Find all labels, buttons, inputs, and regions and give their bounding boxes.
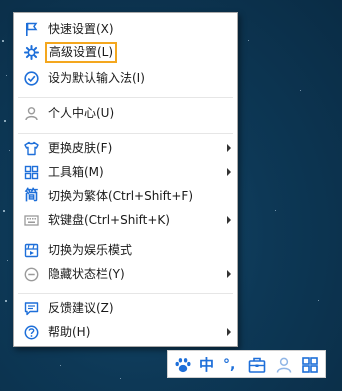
- background-star: [4, 120, 6, 122]
- submenu-arrow-icon: [227, 168, 231, 176]
- menu-item-label: 反馈建议(Z): [48, 301, 114, 315]
- background-star: [120, 378, 121, 379]
- menu-item-label: 个人中心(U): [48, 106, 115, 120]
- menu-item-soft-keyboard[interactable]: 软键盘(Ctrl+Shift+K): [14, 209, 237, 232]
- menu-item-label: 切换为繁体(Ctrl+Shift+F): [48, 189, 194, 203]
- menu-item-personal-center[interactable]: 个人中心(U): [14, 102, 237, 125]
- menu-item-label: 隐藏状态栏(Y): [48, 267, 125, 281]
- menu-item-feedback[interactable]: 反馈建议(Z): [14, 297, 237, 320]
- user-icon: [25, 107, 38, 121]
- background-star: [60, 365, 61, 366]
- menu-item-quick-settings[interactable]: 快速设置(X): [14, 18, 237, 41]
- menu-separator: [18, 133, 233, 134]
- menu-item-help[interactable]: 帮助(H): [14, 321, 237, 344]
- grid-icon[interactable]: [301, 356, 319, 374]
- menu-item-advanced-settings[interactable]: 高级设置(L): [14, 41, 237, 64]
- menu-item-label: 设为默认输入法(I): [48, 71, 145, 85]
- grid-icon: [24, 165, 39, 180]
- background-star: [275, 210, 276, 211]
- chinese-mode-icon[interactable]: 中: [199, 356, 217, 374]
- menu-separator: [18, 97, 233, 98]
- menu-item-toolbox[interactable]: 工具箱(M): [14, 161, 237, 184]
- menu-item-entertainment-mode[interactable]: 切换为娱乐模式: [14, 239, 237, 262]
- check-circle-icon: [24, 71, 39, 86]
- traditional-char-icon: 简: [24, 188, 39, 204]
- submenu-arrow-icon: [227, 270, 231, 278]
- menu-item-label: 帮助(H): [48, 325, 91, 339]
- gear-icon: [24, 45, 39, 60]
- menu-item-hide-statusbar[interactable]: 隐藏状态栏(Y): [14, 263, 237, 286]
- menu-item-label: 工具箱(M): [48, 165, 104, 179]
- menu-item-change-skin[interactable]: 更换皮肤(F): [14, 137, 237, 160]
- menu-item-label: 切换为娱乐模式: [48, 243, 133, 257]
- shirt-icon: [24, 141, 39, 156]
- menu-item-switch-traditional[interactable]: 简 切换为繁体(Ctrl+Shift+F): [14, 185, 237, 208]
- background-star: [318, 300, 319, 301]
- submenu-arrow-icon: [227, 144, 231, 152]
- background-star: [9, 150, 10, 151]
- background-star: [248, 40, 249, 41]
- menu-item-set-default-ime[interactable]: 设为默认输入法(I): [14, 67, 237, 90]
- flag-icon: [26, 22, 38, 36]
- background-star: [5, 300, 7, 302]
- submenu-arrow-icon: [227, 216, 231, 224]
- menu-separator: [18, 293, 233, 294]
- background-star: [2, 40, 4, 42]
- menu-item-label: 高级设置(L): [44, 42, 118, 63]
- ime-context-menu: 快速设置(X) 高级设置(L) 设为默认输入法(I) 个人中心(U) 更换皮肤(…: [13, 12, 238, 347]
- submenu-arrow-icon: [227, 328, 231, 336]
- ime-status-bar: 中 °,: [167, 350, 326, 378]
- user-icon[interactable]: [275, 356, 293, 374]
- question-circle-icon: [24, 325, 39, 340]
- feedback-icon: [24, 302, 39, 316]
- punctuation-icon[interactable]: °,: [223, 356, 241, 374]
- background-star: [300, 90, 301, 91]
- minus-circle-icon: [24, 267, 39, 282]
- paw-icon[interactable]: [174, 356, 192, 374]
- background-star: [3, 210, 5, 212]
- menu-item-label: 软键盘(Ctrl+Shift+K): [48, 213, 170, 227]
- menu-item-label: 更换皮肤(F): [48, 141, 113, 155]
- toolbox-icon[interactable]: [248, 356, 266, 374]
- background-star: [6, 75, 7, 76]
- background-star: [7, 260, 8, 261]
- keyboard-icon: [24, 215, 39, 226]
- menu-item-label: 快速设置(X): [48, 22, 114, 36]
- entertainment-icon: [24, 243, 39, 258]
